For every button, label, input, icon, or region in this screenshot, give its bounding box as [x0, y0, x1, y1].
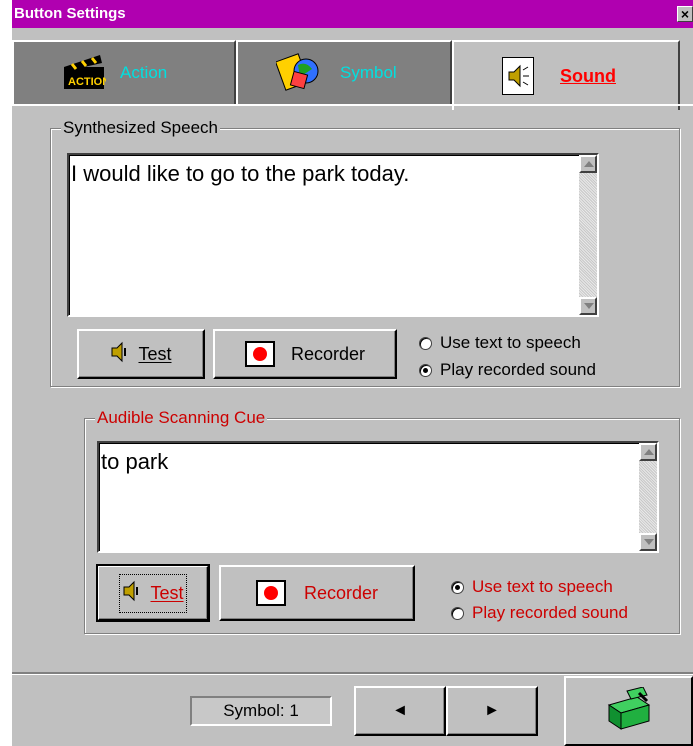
- tab-label: Action: [120, 63, 168, 82]
- radio-play-recorded[interactable]: Play recorded sound: [451, 603, 628, 623]
- bottom-bar: Symbol: 1 ◄ ►: [12, 672, 693, 746]
- close-icon: ×: [680, 6, 690, 22]
- scroll-down-button[interactable]: [579, 297, 597, 315]
- radio-label: Use text to speech: [440, 333, 581, 352]
- radio-button[interactable]: [451, 580, 464, 594]
- green-box-icon: [603, 685, 655, 736]
- recorder-label: Recorder: [303, 582, 379, 603]
- svg-text:ACTION: ACTION: [68, 76, 106, 88]
- button-settings-window: Button Settings × ACTION Action Symbol S…: [0, 0, 693, 746]
- left-arrow-icon: ◄: [392, 702, 408, 719]
- symbol-indicator: Symbol: 1: [190, 696, 332, 726]
- tab-symbol[interactable]: Symbol: [236, 40, 452, 106]
- tab-strip: ACTION Action Symbol Sound: [12, 40, 693, 110]
- radio-use-tts[interactable]: Use text to speech: [419, 333, 581, 353]
- test-label: Test: [150, 582, 184, 603]
- recorder-button[interactable]: Recorder: [219, 565, 415, 621]
- scanning-text-area[interactable]: to park: [97, 441, 659, 553]
- close-button[interactable]: ×: [677, 6, 693, 22]
- test-button[interactable]: Test: [96, 564, 210, 622]
- speaker-icon: [110, 340, 130, 369]
- record-icon: [244, 341, 275, 367]
- speech-text: I would like to go to the park today.: [71, 161, 410, 186]
- radio-label: Use text to speech: [472, 577, 613, 596]
- tab-label: Sound: [560, 65, 616, 86]
- tab-sound[interactable]: Sound: [452, 40, 680, 110]
- scroll-up-button[interactable]: [639, 443, 657, 461]
- tab-action[interactable]: ACTION Action: [12, 40, 236, 106]
- next-button[interactable]: ►: [446, 686, 538, 736]
- test-button[interactable]: Test: [77, 329, 205, 379]
- recorder-button[interactable]: Recorder: [213, 329, 397, 379]
- clapperboard-icon: ACTION: [62, 51, 110, 96]
- synthesized-speech-group: Synthesized Speech I would like to go to…: [50, 118, 680, 387]
- radio-play-recorded[interactable]: Play recorded sound: [419, 360, 596, 380]
- radio-use-tts[interactable]: Use text to speech: [451, 577, 613, 597]
- radio-button[interactable]: [419, 363, 432, 377]
- test-label: Test: [138, 343, 172, 364]
- speech-text-area[interactable]: I would like to go to the park today.: [67, 153, 599, 317]
- record-icon: [255, 580, 286, 606]
- audible-scanning-cue-group: Audible Scanning Cue to park Test Record…: [84, 408, 680, 634]
- scroll-up-button[interactable]: [579, 155, 597, 173]
- radio-label: Play recorded sound: [472, 603, 628, 622]
- group-title: Audible Scanning Cue: [95, 408, 268, 428]
- right-arrow-icon: ►: [484, 702, 500, 719]
- previous-button[interactable]: ◄: [354, 686, 446, 736]
- radio-button[interactable]: [419, 336, 432, 350]
- window-title: Button Settings: [14, 5, 126, 22]
- symbol-label: Symbol: 1: [223, 701, 299, 720]
- scrollbar[interactable]: [579, 155, 597, 315]
- symbol-icon: [274, 51, 322, 96]
- speaker-icon: [122, 579, 142, 608]
- speaker-icon: [502, 57, 534, 95]
- recorder-label: Recorder: [290, 343, 366, 364]
- tab-label: Symbol: [340, 63, 397, 82]
- scroll-down-button[interactable]: [639, 533, 657, 551]
- group-title: Synthesized Speech: [61, 118, 220, 138]
- scanning-text: to park: [101, 449, 169, 474]
- ok-button[interactable]: [564, 676, 693, 746]
- radio-label: Play recorded sound: [440, 360, 596, 379]
- scrollbar[interactable]: [639, 443, 657, 551]
- radio-button[interactable]: [451, 606, 464, 620]
- title-bar: Button Settings ×: [12, 0, 693, 28]
